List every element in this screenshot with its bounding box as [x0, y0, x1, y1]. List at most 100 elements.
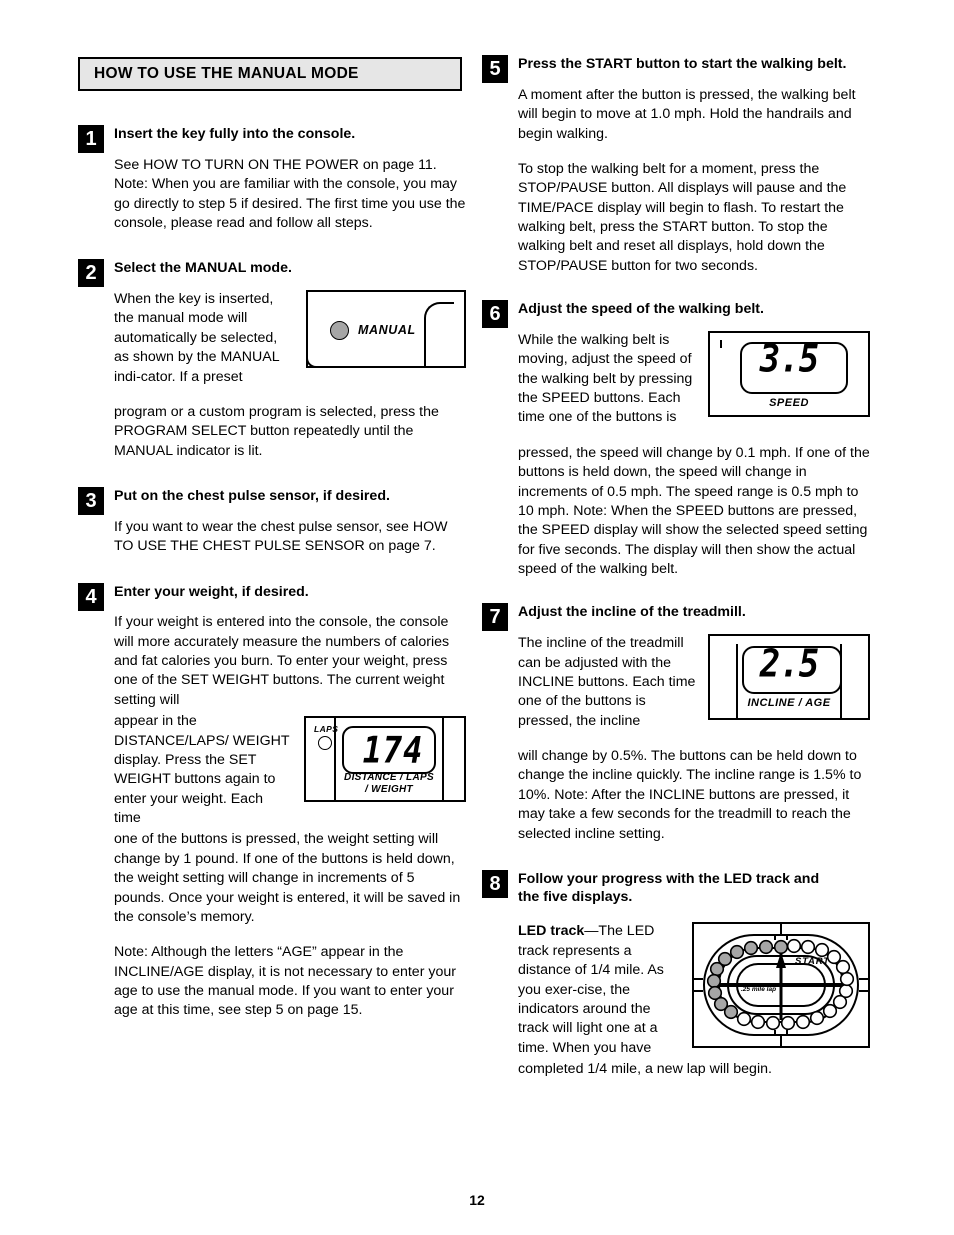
distance-laps-weight-value: 174 — [362, 728, 424, 772]
step-2: 2 Select the MANUAL mode. MANUAL When th… — [78, 259, 466, 461]
manual-page: HOW TO USE THE MANUAL MODE 1 Insert the … — [0, 0, 954, 1235]
track-start-label: START — [795, 956, 830, 967]
led-indicator — [839, 972, 855, 987]
section-header-title: HOW TO USE THE MANUAL MODE — [94, 65, 359, 82]
step-4-title: Enter your weight, if desired. — [114, 583, 309, 600]
led-track-body-text: —The LED track represents a distance of … — [518, 923, 664, 1056]
step-8-title-line-2: the five displays. — [518, 888, 633, 905]
step-7-badge: 7 — [482, 603, 508, 632]
step-1-title: Insert the key fully into the console. — [114, 126, 356, 142]
step-4-paragraph-4: Note: Although the letters “AGE” appear … — [114, 944, 456, 1019]
step-8-title: Follow your progress with the LED track … — [518, 870, 870, 907]
led-indicator — [706, 974, 722, 989]
step-6-paragraph-2: pressed, the speed will change by 0.1 mp… — [518, 444, 870, 577]
led-indicator — [838, 984, 854, 999]
track-lap-label: .25 mile lap — [741, 986, 776, 993]
step-8-led-paragraph-2: completed 1/4 mile, a new lap will begin… — [518, 1061, 772, 1077]
step-8-led-paragraph-1: LED track—The LED track represents a dis… — [518, 922, 718, 1058]
step-5-body: A moment after the button is pressed, th… — [518, 86, 870, 276]
led-indicator — [780, 1016, 796, 1031]
right-column: 5 Press the START button to start the wa… — [482, 0, 870, 1079]
step-6-body: 3.5 SPEED While the walking belt is movi… — [518, 330, 870, 580]
step-6: 6 Adjust the speed of the walking belt. … — [482, 300, 870, 579]
led-indicator — [814, 943, 830, 958]
step-8-body: START .25 mile lap LED track—The LED tra… — [518, 922, 870, 1079]
step-4-paragraph-3: one of the buttons is pressed, the weigh… — [114, 831, 461, 925]
step-4-body: If your weight is entered into the conso… — [114, 613, 466, 1021]
led-indicator — [800, 940, 816, 955]
step-1-body: See HOW TO TURN ON THE POWER on page 11.… — [114, 156, 466, 234]
step-4-paragraph-2: appear in the DISTANCE/LAPS/ WEIGHT disp… — [114, 713, 290, 826]
speed-caption: SPEED — [769, 396, 809, 409]
step-4-paragraph-1: If your weight is entered into the conso… — [114, 614, 450, 708]
step-7-title: Adjust the incline of the treadmill. — [518, 604, 746, 621]
step-8-badge: 8 — [482, 869, 508, 898]
step-1-badge: 1 — [78, 125, 104, 153]
step-3-paragraph-1: If you want to wear the chest pulse sens… — [114, 518, 448, 555]
laps-led-icon — [318, 736, 332, 751]
step-8-title-line-1: Follow your progress with the LED track … — [518, 870, 820, 887]
step-1: 1 Insert the key fully into the console.… — [78, 125, 466, 233]
led-indicator — [822, 1004, 838, 1019]
caption-line-1: DISTANCE / LAPS — [344, 772, 434, 784]
step-5-badge: 5 — [482, 55, 508, 83]
led-indicator — [736, 1012, 752, 1027]
led-indicator — [758, 940, 774, 955]
led-track-svg: START .25 mile lap — [694, 924, 868, 1047]
figure-led-track: START .25 mile lap — [692, 922, 870, 1049]
console-edge-curve — [424, 302, 454, 368]
step-1-paragraph-1: See HOW TO TURN ON THE POWER on page 11.… — [114, 156, 466, 231]
incline-value: 2.5 — [759, 641, 819, 687]
step-6-paragraph-1: While the walking belt is moving, adjust… — [518, 331, 693, 426]
step-5-paragraph-1: A moment after the button is pressed, th… — [518, 86, 856, 142]
led-indicator — [795, 1015, 811, 1030]
console-corner-curve — [306, 352, 322, 368]
step-5-paragraph-2: To stop the walking belt for a moment, p… — [518, 160, 847, 274]
incline-caption: INCLINE / AGE — [747, 697, 831, 710]
led-indicator — [835, 960, 851, 975]
page-number: 12 — [469, 1192, 485, 1208]
step-4-badge: 4 — [78, 582, 104, 611]
led-indicator — [729, 945, 745, 960]
step-3-badge: 3 — [78, 487, 104, 515]
speed-value: 3.5 — [759, 336, 819, 382]
led-track-lead-label: LED track — [518, 923, 585, 940]
step-2-title: Select the MANUAL mode. — [114, 260, 292, 277]
step-5: 5 Press the START button to start the wa… — [482, 55, 870, 276]
step-7-body: 2.5 INCLINE / AGE The incline of the tre… — [518, 634, 870, 844]
step-7-paragraph-2: will change by 0.5%. The buttons can be … — [518, 748, 862, 842]
step-3: 3 Put on the chest pulse sensor, if desi… — [78, 487, 466, 557]
figure-speed-display: 3.5 SPEED — [708, 330, 870, 417]
figure-incline-age-display: 2.5 INCLINE / AGE — [708, 634, 870, 721]
led-indicator — [709, 962, 725, 977]
figure-manual-indicator: MANUAL — [306, 290, 466, 368]
led-indicator — [743, 941, 759, 956]
step-5-title: Press the START button to start the walk… — [518, 56, 847, 72]
led-indicator — [786, 939, 802, 954]
manual-led-icon — [330, 321, 349, 340]
led-indicator — [773, 940, 789, 955]
manual-indicator-label: MANUAL — [358, 322, 416, 337]
left-column: HOW TO USE THE MANUAL MODE 1 Insert the … — [78, 0, 466, 1021]
step-7: 7 Adjust the incline of the treadmill. 2… — [482, 603, 870, 844]
caption-line-2: / WEIGHT — [365, 784, 413, 796]
step-3-title: Put on the chest pulse sensor, if desire… — [114, 488, 390, 504]
step-2-badge: 2 — [78, 259, 104, 288]
step-6-title: Adjust the speed of the walking belt. — [518, 301, 764, 318]
led-indicator — [723, 1005, 739, 1020]
section-header: HOW TO USE THE MANUAL MODE — [78, 57, 462, 91]
step-7-paragraph-1: The incline of the treadmill can be adju… — [518, 635, 696, 729]
led-indicator — [765, 1016, 781, 1031]
figure-distance-laps-weight-display: LAPS 174 DISTANCE / LAPS / WEIGHT — [304, 716, 466, 803]
step-2-body: MANUAL When the key is inserted, the man… — [114, 290, 466, 461]
laps-indicator-label: LAPS — [314, 724, 339, 735]
led-indicator — [809, 1011, 825, 1026]
step-4: 4 Enter your weight, if desired. If your… — [78, 582, 466, 1021]
start-arrow-icon — [776, 952, 786, 969]
step-2-paragraph-1: When the key is inserted, the manual mod… — [114, 291, 280, 385]
step-3-body: If you want to wear the chest pulse sens… — [114, 518, 466, 557]
manual-indicator-group: MANUAL — [330, 321, 416, 340]
step-8: 8 Follow your progress with the LED trac… — [482, 869, 870, 1080]
led-indicator — [750, 1015, 766, 1030]
distance-laps-weight-caption: DISTANCE / LAPS / WEIGHT — [334, 772, 444, 796]
